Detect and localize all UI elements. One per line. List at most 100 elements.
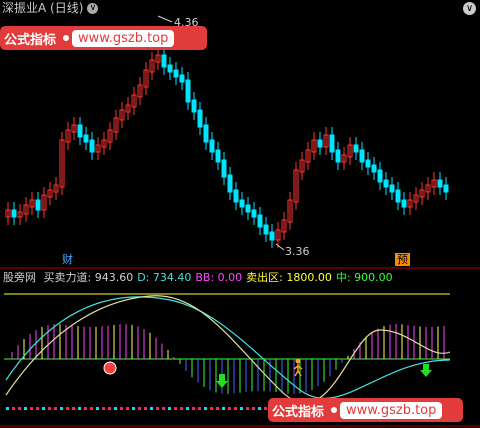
signal-dot [162, 407, 165, 410]
signal-dot [18, 407, 21, 410]
signal-dot [66, 407, 69, 410]
candle-body [263, 224, 269, 235]
indicator-field: 买卖力道: 943.60 [43, 271, 134, 284]
candlestick-series [5, 47, 449, 248]
indicator-series [4, 293, 451, 404]
signal-dot [42, 407, 45, 410]
candle-body [173, 69, 179, 78]
forecast-badge[interactable]: 预 [395, 253, 410, 266]
candle-body [353, 144, 359, 153]
candle-body [167, 64, 173, 73]
candle-body [395, 189, 401, 203]
signal-dot [48, 407, 51, 410]
signal-dot [222, 407, 225, 410]
watermark-label: 公式指标 [272, 404, 325, 420]
watermark-banner: 公式指标 www.gszb.top [0, 26, 207, 50]
candle-body [437, 179, 443, 188]
candle-body [443, 184, 449, 193]
candle-body [185, 79, 191, 103]
candle-body [209, 139, 215, 153]
signal-dot [258, 407, 261, 410]
signal-dot [192, 407, 195, 410]
high-price-label: 4.36 [174, 16, 199, 29]
indicator-field: 中: 900.00 [335, 271, 393, 284]
candle-body [83, 134, 89, 143]
signal-dot [72, 407, 75, 410]
chevron-down-icon[interactable]: ∨ [87, 3, 99, 14]
high-pointer [157, 15, 173, 23]
signal-dot [102, 407, 105, 410]
candle-body [371, 164, 377, 173]
signal-dot [108, 407, 111, 410]
candle-body [77, 124, 83, 138]
candle-body [215, 149, 221, 163]
candle-body [227, 174, 233, 193]
signal-dot [240, 407, 243, 410]
signal-dot [78, 407, 81, 410]
signal-dot [138, 407, 141, 410]
chart-canvas[interactable] [0, 0, 480, 428]
signal-dot [30, 407, 33, 410]
signal-dot [144, 407, 147, 410]
candle-body [383, 179, 389, 188]
signal-dot [156, 407, 159, 410]
candle-body [329, 134, 335, 153]
signal-dot [84, 407, 87, 410]
candle-body [257, 214, 263, 228]
signal-dot [24, 407, 27, 410]
down-arrow-icon [216, 374, 228, 388]
indicator-field: BB: 0.00 [195, 271, 243, 284]
signal-dot [114, 407, 117, 410]
chart-title-bar: 深振业A (日线) ∨ [2, 0, 99, 17]
candle-body [359, 149, 365, 163]
low-pointer [275, 243, 285, 251]
dot-icon [63, 35, 70, 41]
signal-dot [126, 407, 129, 410]
candle-body [239, 199, 245, 208]
signal-dot [252, 407, 255, 410]
signal-dot [168, 407, 171, 410]
signal-dot [234, 407, 237, 410]
signal-dot [132, 407, 135, 410]
low-price-label: 3.36 [285, 245, 310, 258]
candle-body [179, 74, 185, 83]
candle-body [389, 184, 395, 193]
indicator-name: 股旁网 [3, 271, 36, 284]
signal-dot [54, 407, 57, 410]
candle-body [11, 209, 17, 218]
signal-dot [120, 407, 123, 410]
signal-dot [96, 407, 99, 410]
finance-badge[interactable]: 财 [60, 253, 75, 266]
candle-body [35, 199, 41, 211]
indicator-field: D: 734.40 [137, 271, 192, 284]
signal-dot [150, 407, 153, 410]
candle-body [203, 124, 209, 143]
candle-body [335, 149, 341, 163]
down-arrow-icon [420, 364, 432, 377]
signal-dot [12, 407, 15, 410]
signal-dot [264, 407, 267, 410]
candle-body [89, 139, 95, 153]
candle-body [269, 231, 275, 241]
signal-dot [216, 407, 219, 410]
indicator-header: 股旁网 买卖力道: 943.60 D: 734.40 BB: 0.00 卖出区: 18… [3, 269, 401, 285]
dot-icon [331, 407, 338, 413]
watermark-url: www.gszb.top [72, 29, 175, 47]
signal-dot [36, 407, 39, 410]
candle-body [317, 139, 323, 148]
runner-icon [293, 358, 303, 377]
signal-dot [198, 407, 201, 410]
signal-dot [228, 407, 231, 410]
buy-ball-icon [103, 361, 117, 375]
signal-dot [90, 407, 93, 410]
candle-body [251, 209, 257, 218]
candle-body [221, 159, 227, 178]
candle-body [161, 54, 167, 68]
candle-body [233, 189, 239, 203]
watermark-label: 公式指标 [4, 32, 57, 48]
candle-body [191, 99, 197, 113]
chevron-down-icon[interactable]: ∨ [463, 2, 476, 15]
signal-dot [6, 407, 9, 410]
indicator-field: 卖出区: 1800.00 [246, 271, 332, 284]
candle-body [401, 199, 407, 208]
